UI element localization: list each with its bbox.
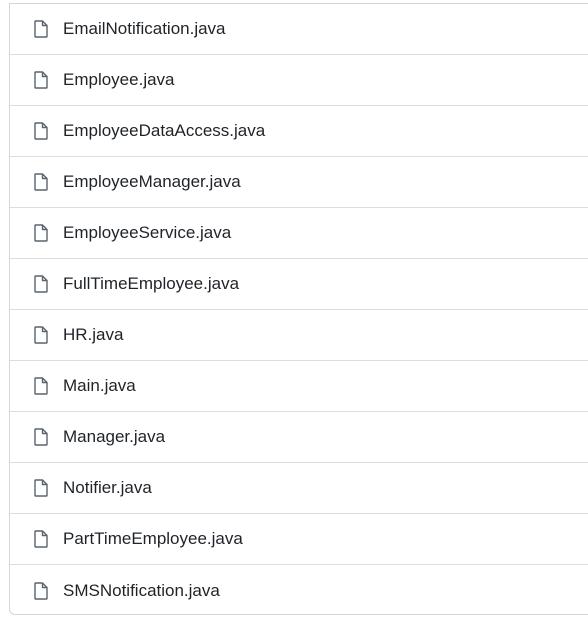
file-row[interactable]: Employee.java xyxy=(10,55,588,106)
file-name[interactable]: EmployeeDataAccess.java xyxy=(63,121,265,141)
file-icon xyxy=(33,224,49,242)
file-icon xyxy=(33,71,49,89)
file-row[interactable]: EmployeeDataAccess.java xyxy=(10,106,588,157)
file-row[interactable]: EmailNotification.java xyxy=(10,4,588,55)
file-name[interactable]: HR.java xyxy=(63,325,123,345)
file-icon xyxy=(33,479,49,497)
file-name[interactable]: Notifier.java xyxy=(63,478,152,498)
file-list: EmailNotification.java Employee.java Emp… xyxy=(9,3,588,615)
file-row[interactable]: EmployeeManager.java xyxy=(10,157,588,208)
file-row[interactable]: HR.java xyxy=(10,310,588,361)
file-icon xyxy=(33,530,49,548)
file-name[interactable]: EmployeeService.java xyxy=(63,223,231,243)
file-name[interactable]: PartTimeEmployee.java xyxy=(63,529,243,549)
file-row[interactable]: FullTimeEmployee.java xyxy=(10,259,588,310)
file-name[interactable]: FullTimeEmployee.java xyxy=(63,274,239,294)
file-row[interactable]: Main.java xyxy=(10,361,588,412)
file-name[interactable]: Employee.java xyxy=(63,70,175,90)
file-icon xyxy=(33,173,49,191)
file-icon xyxy=(33,326,49,344)
file-name[interactable]: Manager.java xyxy=(63,427,165,447)
file-row[interactable]: EmployeeService.java xyxy=(10,208,588,259)
file-row[interactable]: Manager.java xyxy=(10,412,588,463)
file-icon xyxy=(33,377,49,395)
file-icon xyxy=(33,428,49,446)
file-icon xyxy=(33,20,49,38)
file-row[interactable]: SMSNotification.java xyxy=(10,565,588,616)
file-icon xyxy=(33,122,49,140)
file-icon xyxy=(33,275,49,293)
file-name[interactable]: SMSNotification.java xyxy=(63,581,220,601)
file-name[interactable]: Main.java xyxy=(63,376,136,396)
file-row[interactable]: Notifier.java xyxy=(10,463,588,514)
file-name[interactable]: EmailNotification.java xyxy=(63,19,226,39)
file-row[interactable]: PartTimeEmployee.java xyxy=(10,514,588,565)
file-name[interactable]: EmployeeManager.java xyxy=(63,172,241,192)
file-icon xyxy=(33,581,49,600)
